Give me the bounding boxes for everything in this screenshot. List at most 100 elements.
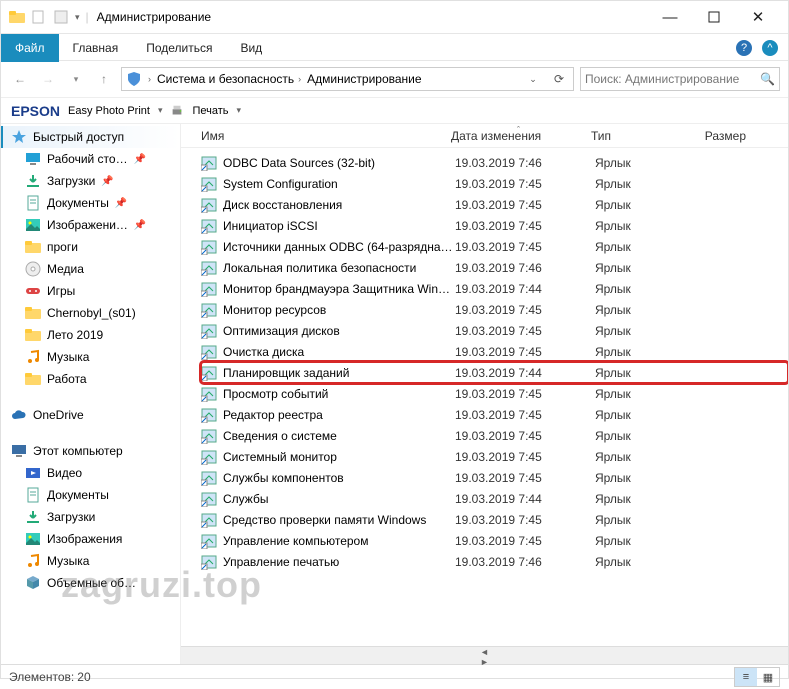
sidebar-item[interactable]: Загрузки📌	[1, 170, 180, 192]
file-type: Ярлык	[595, 450, 695, 464]
qat-icon-2[interactable]	[53, 9, 69, 25]
sidebar-item[interactable]: Документы	[1, 484, 180, 506]
sidebar-item-label: Изображения	[47, 532, 122, 546]
content-hscroll[interactable]: ◄ ►	[181, 646, 788, 664]
close-button[interactable]: ✕	[736, 4, 780, 30]
file-row[interactable]: ODBC Data Sources (32-bit)19.03.2019 7:4…	[201, 152, 788, 173]
tab-file[interactable]: Файл	[1, 34, 59, 62]
qat-icon-1[interactable]	[31, 9, 47, 25]
ribbon-tabs: Файл Главная Поделиться Вид ^ ?	[1, 33, 788, 61]
print-icon[interactable]	[170, 104, 184, 118]
sidebar-item[interactable]: Лето 2019	[1, 324, 180, 346]
sidebar-section[interactable]: Этот компьютер	[1, 440, 180, 462]
sidebar-item[interactable]: Видео	[1, 462, 180, 484]
sidebar-item[interactable]: Изображени…📌	[1, 214, 180, 236]
minimize-button[interactable]: ―	[648, 4, 692, 30]
file-row[interactable]: Сведения о системе19.03.2019 7:45Ярлык	[201, 425, 788, 446]
sidebar-item[interactable]: Изображения	[1, 528, 180, 550]
file-date: 19.03.2019 7:44	[455, 282, 595, 296]
view-toggle[interactable]: ≡ ▦	[734, 667, 780, 687]
col-name[interactable]: Имя	[201, 129, 451, 143]
file-rows: ODBC Data Sources (32-bit)19.03.2019 7:4…	[181, 148, 788, 646]
sidebar-section[interactable]: OneDrive	[1, 404, 180, 426]
col-size[interactable]: Размер	[691, 129, 746, 143]
file-row[interactable]: Инициатор iSCSI19.03.2019 7:45Ярлык	[201, 215, 788, 236]
ribbon-chevron-icon[interactable]: ^	[762, 40, 778, 56]
details-view-icon[interactable]: ≡	[735, 668, 757, 686]
crumb-0[interactable]: Система и безопасность	[157, 72, 294, 86]
file-row[interactable]: Службы19.03.2019 7:44Ярлык	[201, 488, 788, 509]
file-row[interactable]: Планировщик заданий19.03.2019 7:44Ярлык	[201, 362, 788, 383]
file-date: 19.03.2019 7:45	[455, 534, 595, 548]
chevron-right-icon[interactable]: ›	[298, 74, 301, 84]
sidebar-item[interactable]: Работа	[1, 368, 180, 390]
file-row[interactable]: Редактор реестра19.03.2019 7:45Ярлык	[201, 404, 788, 425]
file-type: Ярлык	[595, 513, 695, 527]
file-row[interactable]: Диск восстановления19.03.2019 7:45Ярлык	[201, 194, 788, 215]
nav-up-button[interactable]: ↑	[93, 68, 115, 90]
sidebar-item[interactable]: Медиа	[1, 258, 180, 280]
sidebar-item[interactable]: Chernobyl_(s01)	[1, 302, 180, 324]
file-type: Ярлык	[595, 324, 695, 338]
downloads-icon	[25, 173, 41, 189]
sidebar-item[interactable]: Рабочий сто…📌	[1, 148, 180, 170]
sidebar-item[interactable]: Игры	[1, 280, 180, 302]
pin-icon: 📌	[134, 220, 146, 231]
sidebar-item[interactable]: Музыка	[1, 346, 180, 368]
file-row[interactable]: Управление компьютером19.03.2019 7:45Ярл…	[201, 530, 788, 551]
file-type: Ярлык	[595, 345, 695, 359]
thumbs-view-icon[interactable]: ▦	[757, 668, 779, 686]
file-row[interactable]: Локальная политика безопасности19.03.201…	[201, 257, 788, 278]
col-date[interactable]: Дата изменения	[451, 129, 591, 143]
file-row[interactable]: Средство проверки памяти Windows19.03.20…	[201, 509, 788, 530]
scroll-left-icon[interactable]: ◄	[476, 647, 494, 657]
file-row[interactable]: Очистка диска19.03.2019 7:45Ярлык	[201, 341, 788, 362]
file-row[interactable]: System Configuration19.03.2019 7:45Ярлык	[201, 173, 788, 194]
file-type: Ярлык	[595, 555, 695, 569]
file-row[interactable]: Просмотр событий19.03.2019 7:45Ярлык	[201, 383, 788, 404]
file-row[interactable]: Системный монитор19.03.2019 7:45Ярлык	[201, 446, 788, 467]
file-row[interactable]: Монитор ресурсов19.03.2019 7:45Ярлык	[201, 299, 788, 320]
sidebar-item[interactable]: Загрузки	[1, 506, 180, 528]
sidebar-item-label: Загрузки	[47, 174, 95, 188]
file-row[interactable]: Оптимизация дисков19.03.2019 7:45Ярлык	[201, 320, 788, 341]
shortcut-icon	[201, 512, 217, 528]
help-icon[interactable]: ?	[736, 40, 752, 56]
folder-icon	[9, 9, 25, 25]
shortcut-icon	[201, 533, 217, 549]
qat-dropdown-icon[interactable]: ▾	[75, 12, 80, 23]
print-button[interactable]: Печать	[192, 105, 228, 117]
nav-recent-icon[interactable]: ▾	[65, 68, 87, 90]
search-input[interactable]: Поиск: Администрирование 🔍	[580, 67, 780, 91]
toolbar-epp[interactable]: Easy Photo Print	[68, 105, 150, 117]
nav-back-button[interactable]: ←	[9, 68, 31, 90]
folder-icon	[25, 305, 41, 321]
chevron-down-icon[interactable]: ▾	[237, 105, 242, 116]
tab-home[interactable]: Главная	[59, 34, 133, 62]
video-icon	[25, 465, 41, 481]
shortcut-icon	[201, 365, 217, 381]
scroll-right-icon[interactable]: ►	[476, 657, 494, 667]
sidebar-section[interactable]: Быстрый доступ	[1, 126, 180, 148]
tab-share[interactable]: Поделиться	[132, 34, 226, 62]
chevron-right-icon[interactable]: ›	[148, 74, 151, 84]
nav-forward-button[interactable]: →	[37, 68, 59, 90]
tab-view[interactable]: Вид	[226, 34, 276, 62]
col-type[interactable]: Тип	[591, 129, 691, 143]
shortcut-icon	[201, 344, 217, 360]
file-row[interactable]: Монитор брандмауэра Защитника Win…19.03.…	[201, 278, 788, 299]
chevron-down-icon[interactable]: ▾	[158, 105, 163, 116]
breadcrumb[interactable]: › Система и безопасность › Администрирова…	[121, 67, 574, 91]
sidebar-item[interactable]: проги	[1, 236, 180, 258]
refresh-icon[interactable]: ⟳	[549, 72, 569, 86]
maximize-button[interactable]	[692, 4, 736, 30]
sidebar-item[interactable]: Документы📌	[1, 192, 180, 214]
file-name: Системный монитор	[223, 450, 455, 464]
crumb-1[interactable]: Администрирование	[307, 72, 421, 86]
games-icon	[25, 283, 41, 299]
pc-icon	[11, 443, 27, 459]
file-row[interactable]: Источники данных ODBC (64-разрядна…19.03…	[201, 236, 788, 257]
file-row[interactable]: Службы компонентов19.03.2019 7:45Ярлык	[201, 467, 788, 488]
file-row[interactable]: Управление печатью19.03.2019 7:46Ярлык	[201, 551, 788, 572]
addr-dropdown-icon[interactable]: ⌄	[523, 74, 543, 85]
